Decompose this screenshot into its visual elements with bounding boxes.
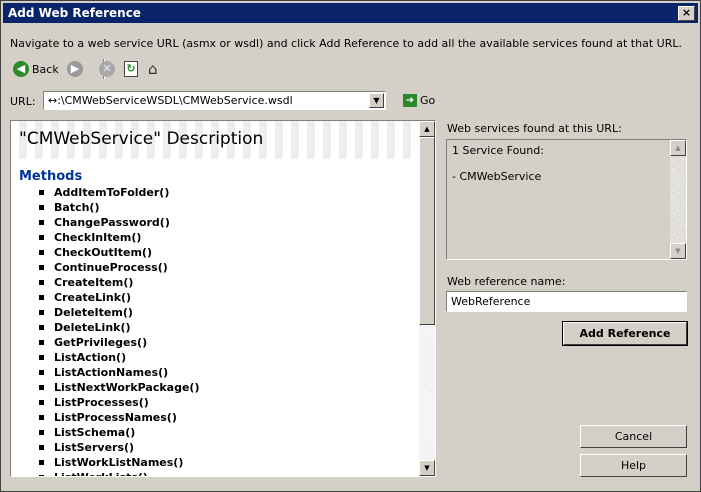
method-item[interactable]: ListProcessNames() xyxy=(39,410,199,425)
method-item[interactable]: DeleteLink() xyxy=(39,320,199,335)
services-scroll-up-button[interactable]: ▲ xyxy=(670,140,686,156)
refresh-button[interactable]: ↻ xyxy=(124,59,138,79)
method-item[interactable]: CheckOutItem() xyxy=(39,245,199,260)
close-button[interactable]: × xyxy=(678,6,695,21)
method-item[interactable]: ListWorkListNames() xyxy=(39,455,199,470)
method-item[interactable]: ListNextWorkPackage() xyxy=(39,380,199,395)
url-dropdown-button[interactable]: ▼ xyxy=(369,93,384,108)
url-value: ↔:\CMWebServiceWSDL\CMWebService.wsdl xyxy=(48,94,293,107)
scroll-down-button[interactable]: ▼ xyxy=(419,460,435,476)
services-count: 1 Service Found: xyxy=(452,144,544,157)
forward-arrow-icon: ▶ xyxy=(67,61,83,77)
title-bar: Add Web Reference × xyxy=(3,3,698,23)
description-title: "CMWebService" Description xyxy=(19,129,264,149)
refresh-icon: ↻ xyxy=(124,61,138,77)
home-icon: ⌂ xyxy=(148,60,158,78)
services-scrollbar[interactable]: ▲ ▼ xyxy=(670,140,686,259)
go-label: Go xyxy=(420,94,436,107)
method-item[interactable]: ChangePassword() xyxy=(39,215,199,230)
method-list: AddItemToFolder() Batch() ChangePassword()… xyxy=(39,185,199,476)
chevron-up-icon: ▲ xyxy=(675,144,681,152)
chevron-up-icon: ▲ xyxy=(424,125,430,133)
forward-button[interactable]: ▶ xyxy=(67,59,83,79)
description-scrollbar[interactable]: ▲ ▼ xyxy=(419,121,435,476)
description-header: "CMWebService" Description xyxy=(11,121,418,159)
add-reference-button[interactable]: Add Reference xyxy=(562,321,688,346)
scroll-up-button[interactable]: ▲ xyxy=(419,121,435,137)
service-description-panel[interactable]: "CMWebService" Description Methods AddIt… xyxy=(10,120,436,477)
chevron-down-icon: ▼ xyxy=(373,96,380,105)
back-button[interactable]: ◀ Back xyxy=(13,59,59,79)
services-found-box[interactable]: 1 Service Found: - CMWebService ▲ ▼ xyxy=(446,139,687,260)
go-arrow-icon: ➜ xyxy=(403,94,417,107)
stop-button[interactable]: ✕ xyxy=(99,59,115,79)
method-item[interactable]: CreateLink() xyxy=(39,290,199,305)
method-item[interactable]: Batch() xyxy=(39,200,199,215)
services-scroll-down-button[interactable]: ▼ xyxy=(670,243,686,259)
scroll-thumb[interactable] xyxy=(419,137,435,325)
chevron-down-icon: ▼ xyxy=(675,247,681,255)
method-item[interactable]: ListSchema() xyxy=(39,425,199,440)
method-item[interactable]: ListAction() xyxy=(39,350,199,365)
method-item[interactable]: ListWorkLists() xyxy=(39,470,199,476)
back-label: Back xyxy=(32,62,59,76)
method-item[interactable]: ListServers() xyxy=(39,440,199,455)
go-button[interactable]: ➜ Go xyxy=(403,94,435,107)
add-web-reference-dialog: Add Web Reference × Navigate to a web se… xyxy=(0,0,701,492)
cancel-button[interactable]: Cancel xyxy=(580,425,687,448)
chevron-down-icon: ▼ xyxy=(424,464,430,472)
methods-heading: Methods xyxy=(19,169,83,184)
stop-icon: ✕ xyxy=(99,61,115,77)
method-item[interactable]: DeleteItem() xyxy=(39,305,199,320)
method-item[interactable]: ListProcesses() xyxy=(39,395,199,410)
method-item[interactable]: ListActionNames() xyxy=(39,365,199,380)
method-item[interactable]: GetPrivileges() xyxy=(39,335,199,350)
method-item[interactable]: AddItemToFolder() xyxy=(39,185,199,200)
dialog-title: Add Web Reference xyxy=(8,6,141,20)
back-arrow-icon: ◀ xyxy=(13,61,29,77)
home-button[interactable]: ⌂ xyxy=(148,59,158,79)
method-item[interactable]: ContinueProcess() xyxy=(39,260,199,275)
service-item: - CMWebService xyxy=(452,170,542,183)
method-item[interactable]: CheckInItem() xyxy=(39,230,199,245)
reference-name-input[interactable] xyxy=(446,291,687,312)
services-label: Web services found at this URL: xyxy=(447,122,622,135)
reference-name-label: Web reference name: xyxy=(447,275,566,288)
help-button[interactable]: Help xyxy=(580,454,687,477)
url-combobox[interactable]: ↔:\CMWebServiceWSDL\CMWebService.wsdl ▼ xyxy=(43,91,386,110)
method-item[interactable]: CreateItem() xyxy=(39,275,199,290)
url-label: URL: xyxy=(10,95,36,108)
instruction-text: Navigate to a web service URL (asmx or w… xyxy=(10,37,682,50)
